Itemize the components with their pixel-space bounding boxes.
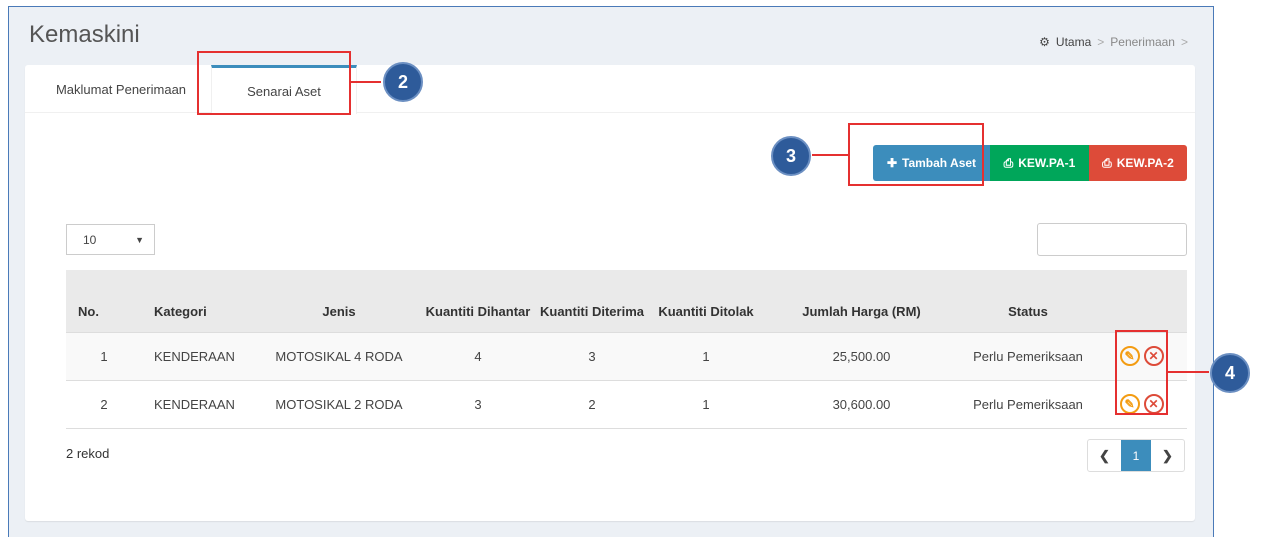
highlight-box-tab [197, 51, 351, 115]
highlight-box-actions [1115, 330, 1168, 415]
cell-status: Perlu Pemeriksaan [960, 331, 1096, 381]
page-title: Kemaskini [29, 21, 140, 48]
kew-pa1-label: KEW.PA-1 [1018, 156, 1076, 170]
callout-line [1168, 371, 1209, 373]
cell-jenis: MOTOSIKAL 4 RODA [257, 331, 421, 381]
print-icon: ⎙ [1102, 155, 1112, 170]
marker-badge: 3 [771, 136, 811, 176]
pagination: ❮ 1 ❯ [1087, 439, 1185, 472]
cell-kategori: KENDERAAN [142, 331, 257, 381]
table-row: 2 KENDERAAN MOTOSIKAL 2 RODA 3 2 1 30,60… [66, 379, 1187, 429]
cell-no: 1 [66, 331, 142, 381]
breadcrumb-home[interactable]: Utama [1056, 35, 1091, 49]
col-ditolak-label: Kuantiti Ditolak [658, 303, 754, 319]
cell-harga: 30,600.00 [763, 379, 960, 429]
cell-diterima: 3 [535, 331, 649, 381]
print-icon: ⎙ [1003, 155, 1014, 170]
col-jenis[interactable]: Jenis [257, 270, 421, 332]
marker-badge: 2 [383, 62, 423, 102]
breadcrumb: ⚙ Utama > Penerimaan > [1039, 35, 1188, 49]
cell-dihantar: 4 [421, 331, 535, 381]
callout-line [812, 154, 848, 156]
cell-kategori: KENDERAAN [142, 379, 257, 429]
marker-badge: 4 [1210, 353, 1250, 393]
breadcrumb-separator: > [1180, 35, 1188, 49]
breadcrumb-separator: > [1097, 35, 1105, 49]
col-status[interactable]: Status [960, 270, 1096, 332]
kew-pa1-button[interactable]: ⎙ KEW.PA-1 [990, 145, 1089, 181]
tab-maklumat-penerimaan[interactable]: Maklumat Penerimaan [33, 65, 209, 113]
col-kategori[interactable]: Kategori [142, 270, 257, 332]
callout-line [351, 81, 381, 83]
cell-ditolak: 1 [649, 331, 763, 381]
page-length-select[interactable]: 10 ▼ [66, 224, 155, 255]
cell-harga: 25,500.00 [763, 331, 960, 381]
col-dihantar-label: Kuantiti Dihantar [425, 303, 531, 319]
col-ditolak[interactable]: Kuantiti Ditolak [649, 270, 763, 332]
highlight-box-button [848, 123, 984, 186]
col-dihantar[interactable]: Kuantiti Dihantar [421, 270, 535, 332]
cell-dihantar: 3 [421, 379, 535, 429]
col-no[interactable]: No. [66, 270, 142, 332]
kew-pa2-label: KEW.PA-2 [1116, 156, 1174, 170]
cell-jenis: MOTOSIKAL 2 RODA [257, 379, 421, 429]
content-box: Maklumat Penerimaan Senarai Aset ✚ Tamba… [25, 65, 1195, 521]
caret-down-icon: ▼ [135, 234, 144, 245]
col-diterima-label: Kuantiti Diterima [539, 303, 644, 319]
page-length-value: 10 [83, 232, 97, 247]
cell-status: Perlu Pemeriksaan [960, 379, 1096, 429]
page-button-current[interactable]: 1 [1121, 440, 1151, 471]
app-frame: Kemaskini ⚙ Utama > Penerimaan > Makluma… [8, 6, 1214, 537]
table-row: 1 KENDERAAN MOTOSIKAL 4 RODA 4 3 1 25,50… [66, 331, 1187, 381]
next-page-button[interactable]: ❯ [1151, 440, 1184, 471]
col-diterima[interactable]: Kuantiti Diterima [535, 270, 649, 332]
col-actions [1096, 270, 1187, 332]
kew-pa2-button[interactable]: ⎙ KEW.PA-2 [1089, 145, 1187, 181]
dashboard-icon: ⚙ [1039, 35, 1050, 49]
cell-no: 2 [66, 379, 142, 429]
asset-table: No. Kategori Jenis Kuantiti Dihantar Kua… [66, 270, 1187, 429]
record-count: 2 rekod [66, 446, 110, 461]
cell-diterima: 2 [535, 379, 649, 429]
prev-page-button[interactable]: ❮ [1088, 440, 1121, 471]
search-input[interactable] [1037, 223, 1187, 256]
breadcrumb-current[interactable]: Penerimaan [1110, 35, 1175, 49]
cell-ditolak: 1 [649, 379, 763, 429]
table-header-row: No. Kategori Jenis Kuantiti Dihantar Kua… [66, 270, 1187, 332]
col-harga[interactable]: Jumlah Harga (RM) [763, 270, 960, 332]
